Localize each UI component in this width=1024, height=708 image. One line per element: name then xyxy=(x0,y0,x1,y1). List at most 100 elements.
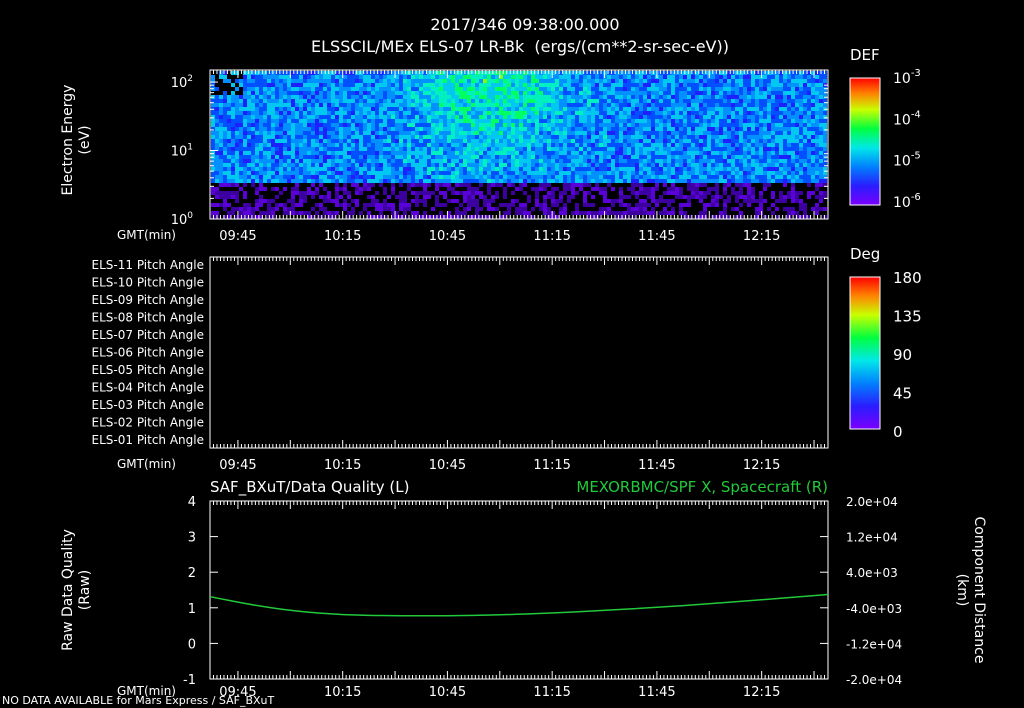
spectrogram-cell xyxy=(451,115,455,119)
spectrogram-cell xyxy=(679,187,683,191)
spectrogram-cell xyxy=(379,151,383,155)
spectrogram-cell xyxy=(703,211,707,215)
spectrogram-cell xyxy=(219,203,223,207)
spectrogram-cell xyxy=(263,139,267,143)
spectrogram-cell xyxy=(595,87,599,91)
spectrogram-cell xyxy=(543,131,547,135)
spectrogram-cell xyxy=(683,111,687,115)
spectrogram-cell xyxy=(279,111,283,115)
spectrogram-cell xyxy=(347,143,351,147)
spectrogram-cell xyxy=(251,127,255,131)
spectrogram-cell xyxy=(779,123,783,127)
spectrogram-cell xyxy=(551,163,555,167)
spectrogram-cell xyxy=(371,163,375,167)
spectrogram-cell xyxy=(611,107,615,111)
spectrogram-cell xyxy=(659,159,663,163)
spectrogram-cell xyxy=(491,179,495,183)
spectrogram-cell xyxy=(451,119,455,123)
spectrogram-cell xyxy=(423,131,427,135)
spectrogram-cell xyxy=(779,179,783,183)
spectrogram-cell xyxy=(411,191,415,195)
spectrogram-cell xyxy=(639,163,643,167)
spectrogram-cell xyxy=(239,163,243,167)
spectrogram-cell xyxy=(343,119,347,123)
spectrogram-cell xyxy=(291,175,295,179)
spectrogram-cell xyxy=(495,87,499,91)
spectrogram-cell xyxy=(319,71,323,75)
spectrogram-cell xyxy=(699,119,703,123)
spectrogram-cell xyxy=(523,207,527,211)
spectrogram-cell xyxy=(695,179,699,183)
spectrogram-cell xyxy=(319,123,323,127)
spectrogram-cell xyxy=(439,119,443,123)
spectrogram-cell xyxy=(451,167,455,171)
spectrogram-cell xyxy=(819,123,823,127)
spectrogram-cell xyxy=(575,99,579,103)
spectrogram-cell xyxy=(443,139,447,143)
spectrogram-cell xyxy=(307,191,311,195)
spectrogram-cell xyxy=(315,95,319,99)
spectrogram-cell xyxy=(783,155,787,159)
spectrogram-cell xyxy=(339,155,343,159)
spectrogram-cell xyxy=(671,135,675,139)
spectrogram-cell xyxy=(647,171,651,175)
spectrogram-cell xyxy=(755,167,759,171)
spectrogram-cell xyxy=(543,127,547,131)
spectrogram-cell xyxy=(663,99,667,103)
spectrogram-cell xyxy=(247,179,251,183)
spectrogram-cell xyxy=(335,135,339,139)
spectrogram-cell xyxy=(551,211,555,215)
spectrogram-cell xyxy=(663,163,667,167)
spectrogram-cell xyxy=(467,175,471,179)
spectrogram-cell xyxy=(667,155,671,159)
spectrogram-cell xyxy=(639,127,643,131)
spectrogram-cell xyxy=(395,103,399,107)
spectrogram-cell xyxy=(615,199,619,203)
spectrogram-cell xyxy=(499,179,503,183)
spectrogram-cell xyxy=(383,135,387,139)
spectrogram-cell xyxy=(459,115,463,119)
spectrogram-cell xyxy=(243,131,247,135)
spectrogram-cell xyxy=(303,175,307,179)
spectrogram-cell xyxy=(523,71,527,75)
spectrogram-cell xyxy=(423,99,427,103)
spectrogram-cell xyxy=(427,191,431,195)
spectrogram-cell xyxy=(275,143,279,147)
spectrogram-cell xyxy=(271,87,275,91)
spectrogram-cell xyxy=(507,99,511,103)
spectrogram-cell xyxy=(347,167,351,171)
spectrogram-cell xyxy=(291,207,295,211)
spectrogram-cell xyxy=(611,83,615,87)
spectrogram-cell xyxy=(567,159,571,163)
spectrogram-cell xyxy=(707,87,711,91)
spectrogram-cell xyxy=(455,139,459,143)
spectrogram-cell xyxy=(219,147,223,151)
spectrogram-cell xyxy=(623,135,627,139)
spectrogram-cell xyxy=(407,111,411,115)
spectrogram-cell xyxy=(555,95,559,99)
spectrogram-cell xyxy=(611,147,615,151)
spectrogram-cell xyxy=(239,123,243,127)
spectrogram-cell xyxy=(471,87,475,91)
spectrogram-cell xyxy=(687,95,691,99)
spectrogram-cell xyxy=(291,79,295,83)
spectrogram-cell xyxy=(703,131,707,135)
spectrogram-cell xyxy=(439,183,443,187)
spectrogram-cell xyxy=(807,183,811,187)
spectrogram-cell xyxy=(675,135,679,139)
spectrogram-cell xyxy=(531,83,535,87)
spectrogram-cell xyxy=(619,175,623,179)
spectrogram-cell xyxy=(347,123,351,127)
spectrogram-cell xyxy=(619,107,623,111)
spectrogram-cell xyxy=(651,83,655,87)
spectrogram-cell xyxy=(491,87,495,91)
spectrogram-cell xyxy=(411,87,415,91)
spectrogram-cell xyxy=(747,87,751,91)
spectrogram-cell xyxy=(687,139,691,143)
spectrogram-cell xyxy=(695,151,699,155)
spectrogram-cell xyxy=(795,99,799,103)
spectrogram-cell xyxy=(347,179,351,183)
spectrogram-cell xyxy=(251,175,255,179)
spectrogram-cell xyxy=(767,143,771,147)
spectrogram-cell xyxy=(227,99,231,103)
